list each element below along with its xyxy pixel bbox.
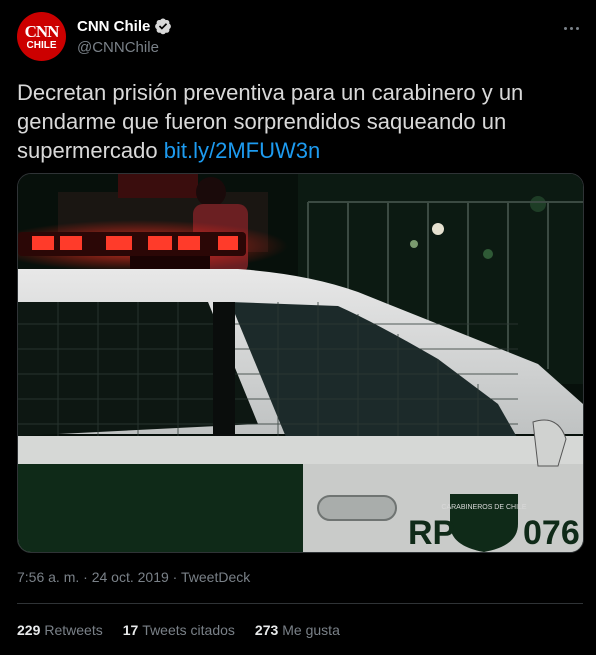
verified-badge-icon bbox=[155, 18, 172, 35]
quote-tweets-stat[interactable]: 17 Tweets citados bbox=[123, 622, 235, 638]
tweet-date[interactable]: 24 oct. 2019 bbox=[92, 569, 169, 585]
tweet-media-image[interactable]: CARABINEROS DE CHILE RP 076 bbox=[17, 173, 584, 553]
quote-tweets-count: 17 bbox=[122, 622, 139, 638]
car-plate-left: RP bbox=[408, 514, 455, 552]
tweet-text: Decretan prisión preventiva para un cara… bbox=[17, 78, 583, 165]
retweets-count: 229 bbox=[17, 622, 41, 638]
more-options-icon[interactable] bbox=[559, 16, 583, 40]
badge-text: CARABINEROS DE CHILE bbox=[441, 504, 527, 511]
tweet-card: CNN CHILE CNN Chile @CNNChile Decretan p… bbox=[0, 0, 596, 655]
likes-label: Me gusta bbox=[282, 622, 340, 638]
police-car-photo: CARABINEROS DE CHILE RP 076 bbox=[18, 174, 583, 552]
likes-stat[interactable]: 273 Me gusta bbox=[255, 622, 340, 638]
avatar-logo-text: CNN bbox=[24, 22, 60, 41]
avatar[interactable]: CNN CHILE bbox=[17, 12, 66, 61]
avatar-logo-subtext: CHILE bbox=[26, 40, 57, 51]
tweet-time[interactable]: 7:56 a. m. bbox=[17, 569, 79, 585]
quote-tweets-label: Tweets citados bbox=[142, 622, 235, 638]
car-plate-right: 076 bbox=[523, 514, 580, 552]
user-handle[interactable]: @CNNChile bbox=[77, 39, 159, 56]
likes-count: 273 bbox=[254, 622, 279, 638]
tweet-stats: 229 Retweets 17 Tweets citados 273 Me gu… bbox=[17, 622, 360, 638]
name-row: CNN Chile bbox=[77, 17, 172, 35]
tweet-meta: 7:56 a. m. · 24 oct. 2019 · TweetDeck bbox=[17, 569, 250, 585]
retweets-stat[interactable]: 229 Retweets bbox=[17, 622, 103, 638]
divider bbox=[17, 603, 583, 604]
tweet-header: CNN CHILE CNN Chile @CNNChile bbox=[17, 12, 583, 62]
display-name[interactable]: CNN Chile bbox=[77, 18, 150, 35]
meta-separator: · bbox=[83, 569, 88, 585]
retweets-label: Retweets bbox=[44, 622, 103, 638]
tweet-link[interactable]: bit.ly/2MFUW3n bbox=[164, 138, 320, 163]
meta-separator: · bbox=[172, 569, 178, 585]
tweet-source[interactable]: TweetDeck bbox=[181, 569, 250, 585]
